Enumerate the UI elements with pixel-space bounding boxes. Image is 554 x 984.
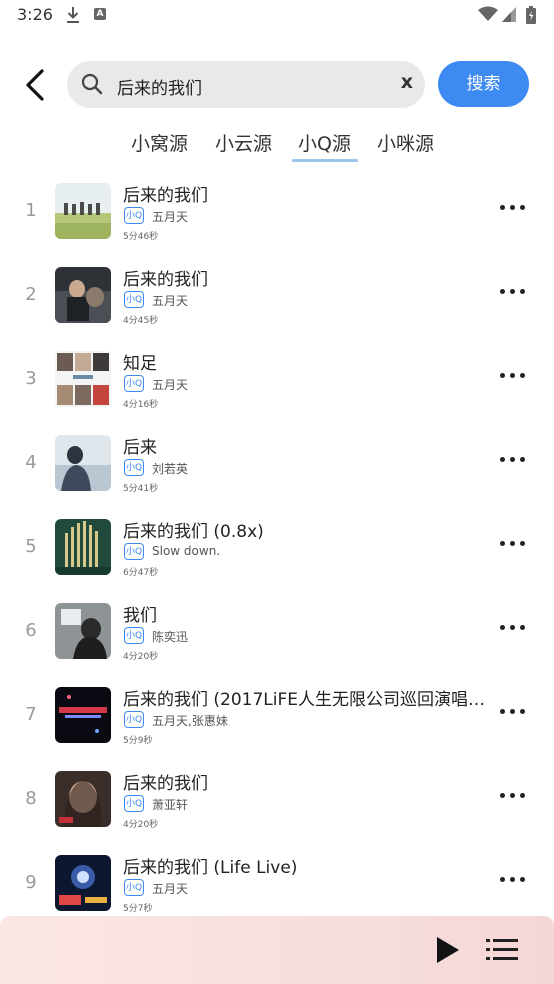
active-tab-indicator <box>292 159 358 162</box>
song-title: 后来的我们 (2017LiFE人生无限公司巡回演唱会… <box>123 690 498 710</box>
song-row[interactable]: 8 后来的我们 小Q 萧亚轩 4分20秒 <box>0 758 554 842</box>
album-cover <box>55 603 111 659</box>
back-arrow-icon[interactable] <box>22 68 50 102</box>
song-duration: 4分16秒 <box>123 400 159 410</box>
mini-player[interactable] <box>0 916 554 984</box>
song-index: 4 <box>25 452 37 473</box>
signal-icon <box>502 7 516 22</box>
song-duration: 4分20秒 <box>123 820 159 830</box>
song-index: 7 <box>25 704 37 725</box>
album-cover <box>55 351 111 407</box>
song-title: 知足 <box>123 354 157 374</box>
song-artist: 五月天 <box>152 378 189 392</box>
song-index: 6 <box>25 620 37 641</box>
playlist-icon[interactable] <box>486 938 518 962</box>
source-badge: 小Q <box>124 543 144 560</box>
more-options-icon[interactable] <box>500 286 528 298</box>
clear-search-button[interactable]: x <box>401 71 413 93</box>
song-index: 1 <box>25 200 37 221</box>
source-badge: 小Q <box>124 207 144 224</box>
song-duration: 4分45秒 <box>123 316 159 326</box>
more-options-icon[interactable] <box>500 202 528 214</box>
more-options-icon[interactable] <box>500 874 528 886</box>
song-row[interactable]: 5 后来的我们 (0.8x) 小Q Slow down. 6分47秒 <box>0 506 554 590</box>
source-badge: 小Q <box>124 879 144 896</box>
album-cover <box>55 687 111 743</box>
source-tabs: 小窝源 小云源 小Q源 小咪源 <box>0 124 554 164</box>
song-title: 后来的我们 (0.8x) <box>123 522 264 542</box>
album-cover <box>55 267 111 323</box>
song-duration: 5分46秒 <box>123 232 159 242</box>
album-cover <box>55 855 111 911</box>
source-badge: 小Q <box>124 711 144 728</box>
more-options-icon[interactable] <box>500 790 528 802</box>
status-time: 3:26 <box>17 5 53 24</box>
source-badge: 小Q <box>124 375 144 392</box>
wifi-icon <box>478 6 498 21</box>
search-icon <box>81 73 103 95</box>
more-options-icon[interactable] <box>500 622 528 634</box>
song-duration: 5分9秒 <box>123 736 153 746</box>
song-duration: 5分41秒 <box>123 484 159 494</box>
source-badge: 小Q <box>124 627 144 644</box>
tab-xiaoyun[interactable]: 小云源 <box>215 129 272 156</box>
song-index: 2 <box>25 284 37 305</box>
song-duration: 6分47秒 <box>123 568 159 578</box>
song-artist: 五月天 <box>152 210 189 224</box>
song-row[interactable]: 3 知足 小Q 五月天 4分16秒 <box>0 338 554 422</box>
download-icon <box>67 7 79 23</box>
song-title: 后来的我们 <box>123 270 208 290</box>
song-artist: 陈奕迅 <box>152 630 189 644</box>
source-badge: 小Q <box>124 291 144 308</box>
song-row[interactable]: 6 我们 小Q 陈奕迅 4分20秒 <box>0 590 554 674</box>
source-badge: 小Q <box>124 795 144 812</box>
song-index: 8 <box>25 788 37 809</box>
song-title: 后来的我们 <box>123 774 208 794</box>
search-query-text[interactable]: 后来的我们 <box>117 74 202 99</box>
source-badge: 小Q <box>124 459 144 476</box>
more-options-icon[interactable] <box>500 538 528 550</box>
tab-xiaoq[interactable]: 小Q源 <box>298 129 351 156</box>
more-options-icon[interactable] <box>500 706 528 718</box>
song-artist: 五月天,张惠妹 <box>152 714 228 728</box>
song-title: 后来的我们 <box>123 186 208 206</box>
song-artist: Slow down. <box>152 544 221 558</box>
more-options-icon[interactable] <box>500 370 528 382</box>
song-title: 后来 <box>123 438 157 458</box>
song-title: 我们 <box>123 606 157 626</box>
song-index: 5 <box>25 536 37 557</box>
song-row[interactable]: 2 后来的我们 小Q 五月天 4分45秒 <box>0 254 554 338</box>
tab-xiaowo[interactable]: 小窝源 <box>131 129 188 156</box>
album-cover <box>55 435 111 491</box>
play-icon[interactable] <box>435 936 461 964</box>
song-row[interactable]: 9 后来的我们 (Life Live) 小Q 五月天 5分7秒 <box>0 842 554 926</box>
album-cover <box>55 771 111 827</box>
song-duration: 5分7秒 <box>123 904 153 914</box>
song-index: 9 <box>25 872 37 893</box>
song-index: 3 <box>25 368 37 389</box>
song-artist: 五月天 <box>152 294 189 308</box>
tab-xiaomi[interactable]: 小咪源 <box>377 129 434 156</box>
song-row[interactable]: 1 后来的我们 小Q 五月天 5分46秒 <box>0 170 554 254</box>
more-options-icon[interactable] <box>500 454 528 466</box>
song-artist: 刘若英 <box>152 462 189 476</box>
album-cover <box>55 183 111 239</box>
song-duration: 4分20秒 <box>123 652 159 662</box>
song-artist: 五月天 <box>152 882 189 896</box>
song-row[interactable]: 7 后来的我们 (2017LiFE人生无限公司巡回演唱会… 小Q 五月天,张惠妹… <box>0 674 554 758</box>
status-bar: 3:26 A <box>0 0 554 32</box>
search-input[interactable]: 后来的我们 x <box>67 61 425 108</box>
album-cover <box>55 519 111 575</box>
search-button[interactable]: 搜索 <box>438 61 529 107</box>
song-title: 后来的我们 (Life Live) <box>123 858 298 878</box>
song-row[interactable]: 4 后来 小Q 刘若英 5分41秒 <box>0 422 554 506</box>
battery-icon <box>526 6 536 24</box>
notification-a-icon: A <box>94 8 106 20</box>
song-artist: 萧亚轩 <box>152 798 189 812</box>
